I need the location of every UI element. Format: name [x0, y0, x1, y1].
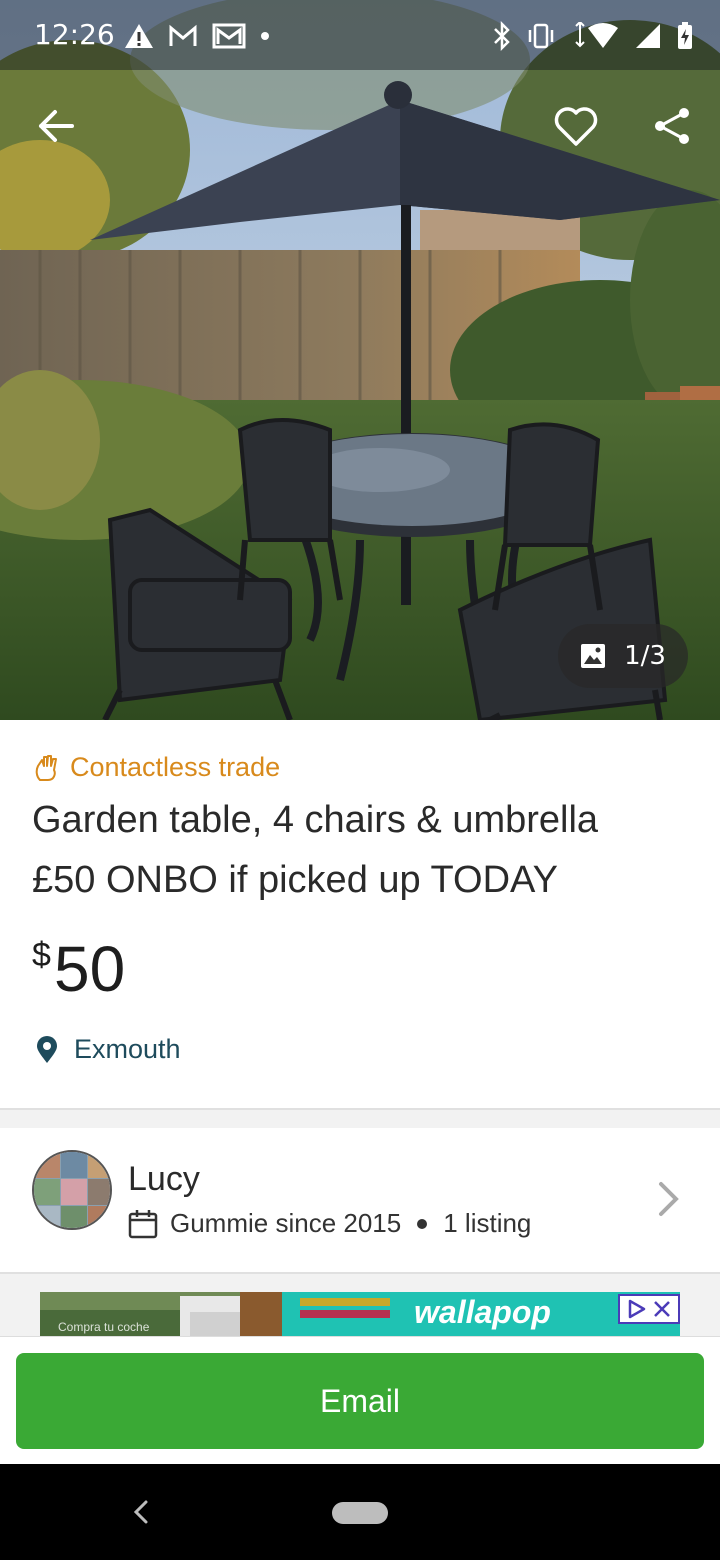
vibrate-icon [528, 23, 554, 49]
status-notification-icons [124, 20, 270, 52]
arrow-left-icon [39, 110, 74, 142]
listing-details: Contactless trade Garden table, 4 chairs… [0, 720, 720, 1110]
status-time: 12:26 [34, 18, 115, 51]
location-label: Exmouth [74, 1034, 181, 1064]
gmail-icon [169, 24, 197, 46]
separator-dot [417, 1218, 428, 1229]
location-pin-icon [37, 1035, 57, 1063]
contactless-label: Contactless trade [70, 752, 281, 782]
chevron-right-icon [659, 1182, 679, 1216]
listing-title-line-2: £50 ONBO if picked up TODAY [32, 859, 558, 901]
seller-meta: Gummie since 2015 1 listing [128, 1208, 531, 1239]
warning-icon [125, 24, 153, 48]
listing-title: Garden table, 4 chairs & umbrella £50 ON… [32, 790, 692, 910]
mail-icon [212, 23, 246, 49]
photo-counter[interactable]: 1/3 [558, 624, 688, 688]
seller-avatar[interactable] [32, 1150, 112, 1230]
nav-back-button[interactable] [126, 1494, 156, 1530]
action-bar: Email [0, 1336, 720, 1464]
image-icon [581, 644, 606, 668]
listing-title-line-1: Garden table, 4 chairs & umbrella [32, 799, 599, 841]
share-icon [655, 108, 689, 144]
seller-name: Lucy [128, 1160, 200, 1198]
price-currency: $ [32, 936, 51, 974]
listing-photo[interactable] [0, 0, 720, 720]
seller-open-button[interactable] [652, 1176, 686, 1222]
ad-caption: Compra tu coche [58, 1320, 150, 1334]
seller-card[interactable]: Lucy Gummie since 2015 1 listing [0, 1128, 720, 1272]
avatar-image [34, 1152, 110, 1228]
hand-wave-icon [35, 754, 57, 781]
ad-stripes [300, 1298, 390, 1318]
photo-counter-text: 1/3 [624, 641, 666, 671]
seller-listings: 1 listing [443, 1208, 532, 1238]
system-nav-bar [0, 1464, 720, 1560]
listing-photo-area[interactable]: 12:26 1/3 [0, 0, 720, 720]
heart-icon [554, 107, 598, 146]
share-button[interactable] [646, 100, 698, 152]
ad-banner[interactable]: Compra tu coche wallapop [40, 1292, 680, 1336]
seller-since: Gummie since 2015 [170, 1208, 402, 1238]
bluetooth-icon [494, 21, 510, 51]
status-bar: 12:26 [0, 0, 720, 70]
close-icon [654, 1301, 670, 1317]
contactless-badge: Contactless trade [34, 752, 280, 783]
price-amount: 50 [54, 933, 126, 1005]
wifi-icon [575, 22, 618, 48]
ad-choices-button[interactable] [618, 1294, 680, 1324]
nav-back-icon [133, 1500, 148, 1524]
adchoices-play-icon [628, 1299, 646, 1319]
email-button[interactable]: Email [16, 1353, 704, 1449]
signal-icon [636, 24, 660, 48]
ad-brand: wallapop [414, 1294, 551, 1330]
calendar-icon [128, 1209, 158, 1238]
ad-area: Compra tu coche wallapop [0, 1272, 720, 1336]
battery-charging-icon [678, 22, 692, 49]
dot-icon [261, 32, 269, 40]
nav-home-pill[interactable] [332, 1502, 388, 1524]
section-divider [0, 1108, 720, 1128]
favorite-button[interactable] [550, 100, 602, 152]
back-button[interactable] [30, 100, 82, 152]
status-system-icons [492, 20, 694, 52]
listing-location[interactable]: Exmouth [36, 1034, 181, 1065]
